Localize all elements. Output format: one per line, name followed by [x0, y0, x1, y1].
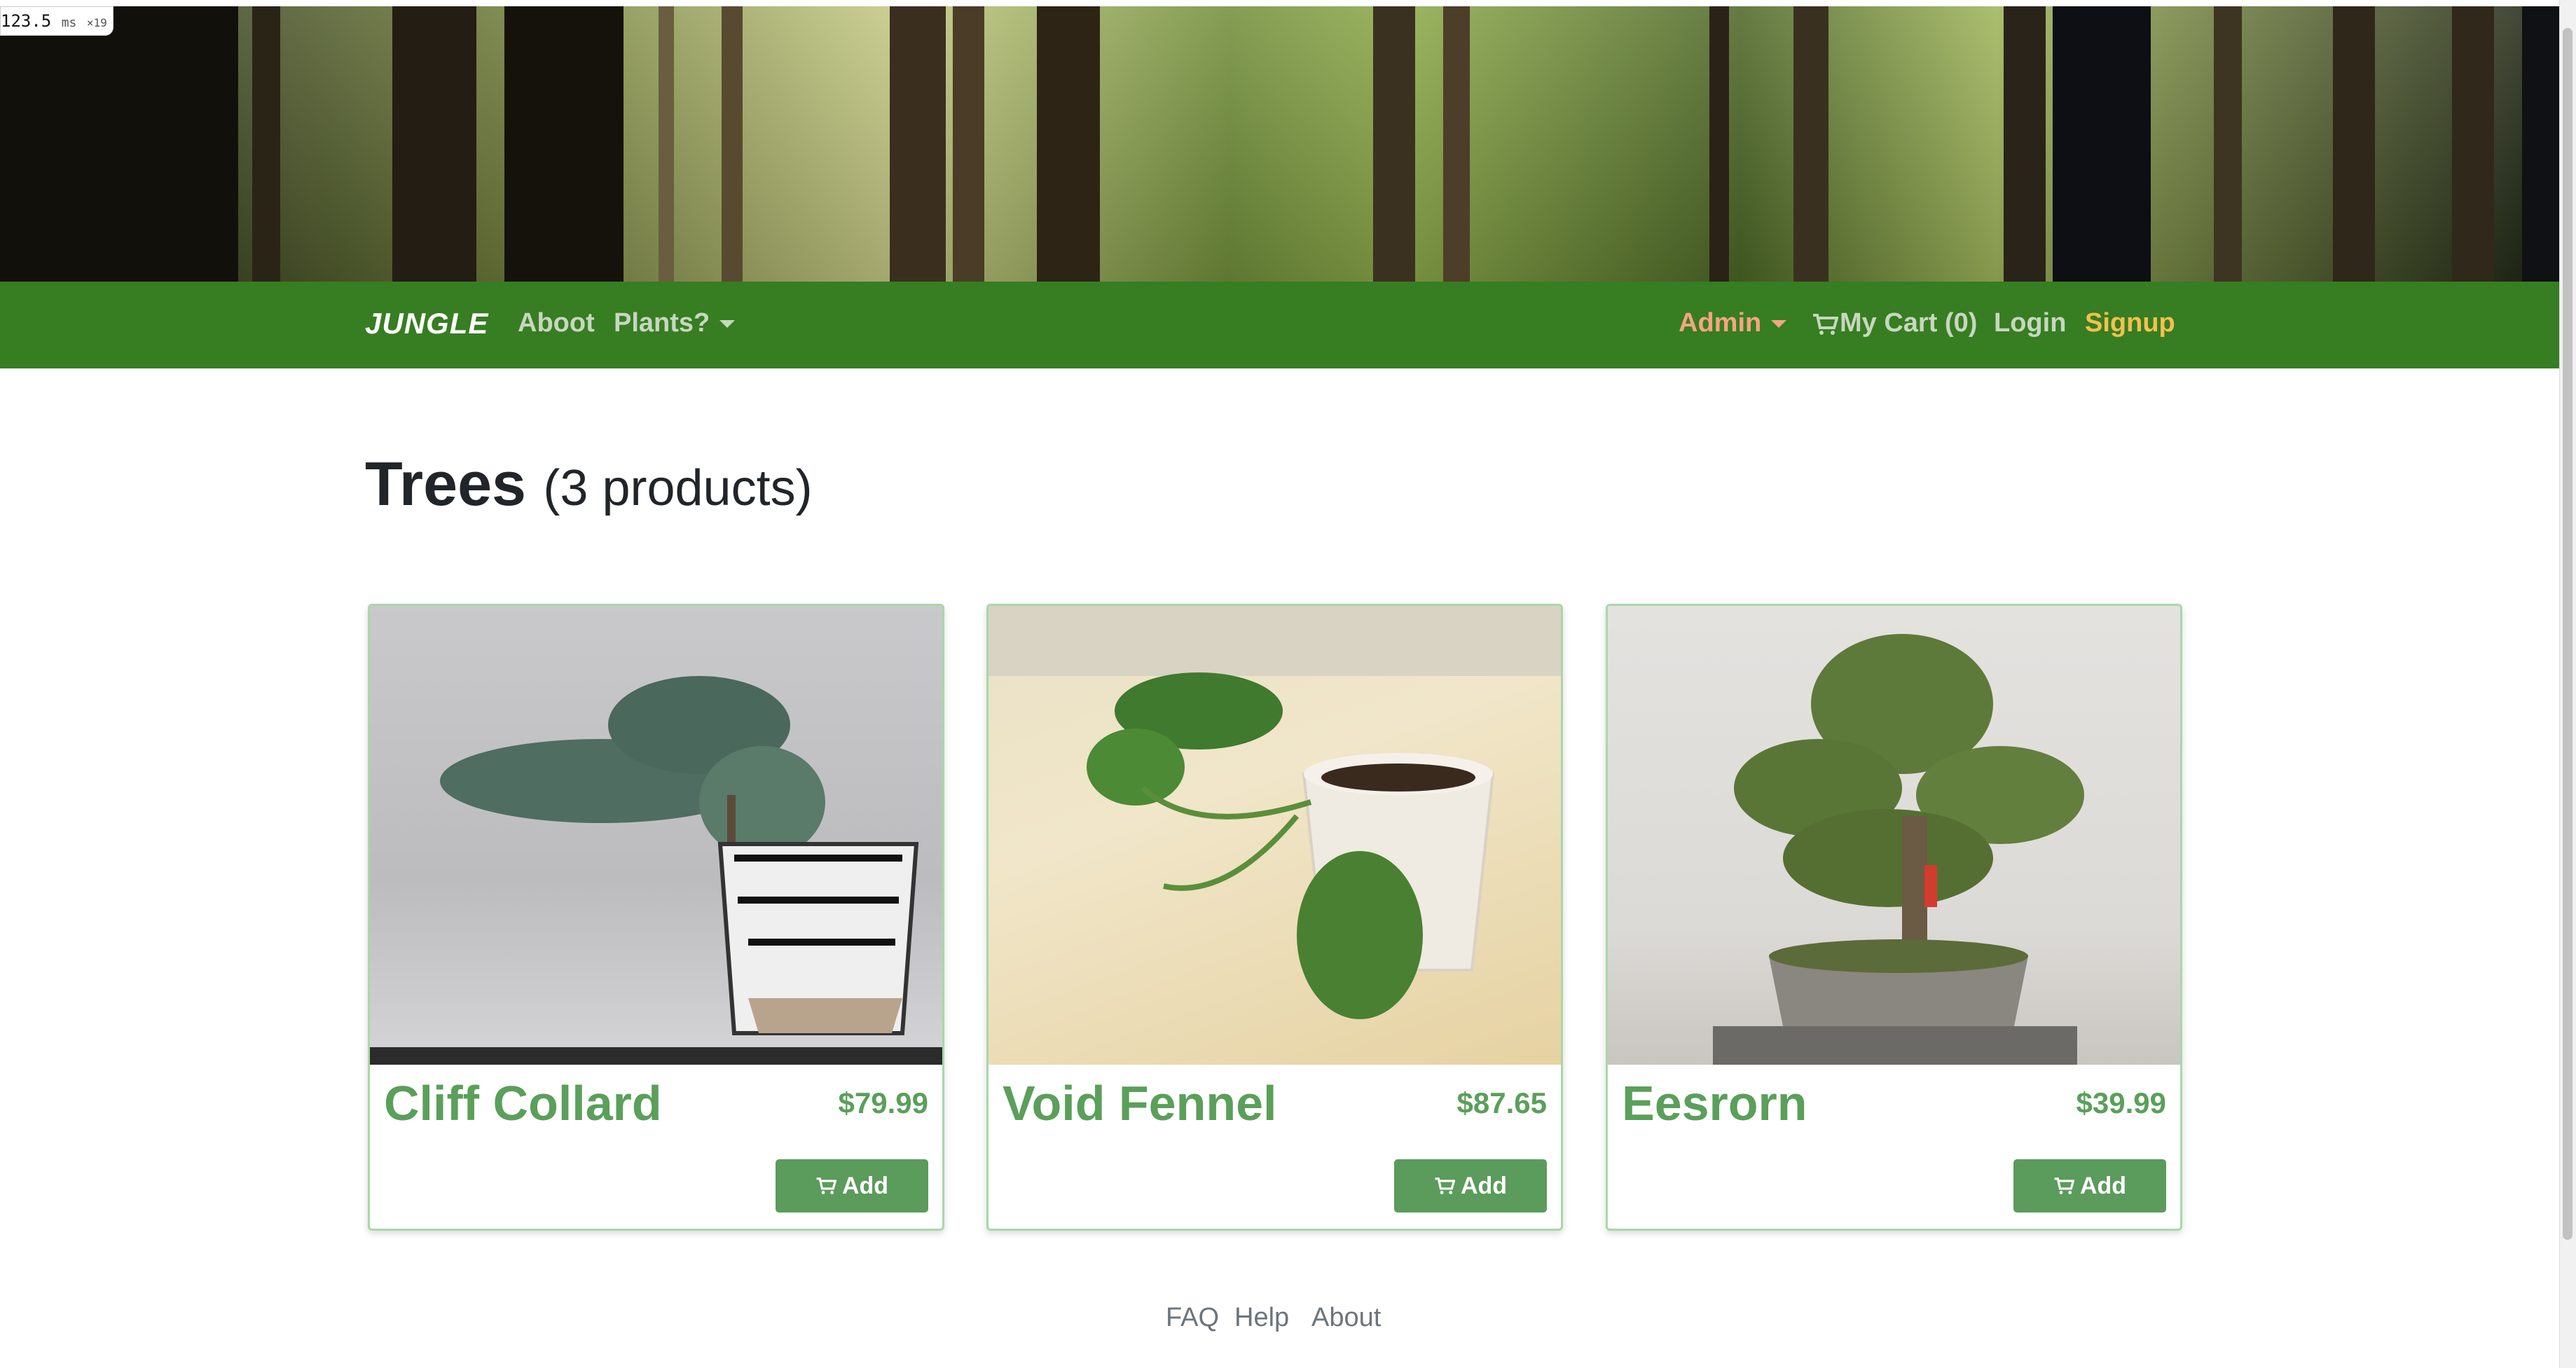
page-title-text: Trees [365, 449, 526, 518]
nav-admin-label: Admin [1679, 308, 1762, 338]
forest-banner [0, 6, 2560, 282]
product-image-juniper-pot[interactable] [370, 606, 942, 1065]
nav-plants-label: Plants? [614, 308, 710, 338]
shopping-cart-icon [2054, 1177, 2074, 1194]
nav-cart-label: My Cart (0) [1840, 308, 1978, 338]
nav-admin-dropdown[interactable]: Admin [1679, 308, 1787, 338]
product-price: $87.65 [1456, 1086, 1547, 1119]
page-title: Trees (3 products) [365, 448, 813, 520]
product-name[interactable]: Void Fennel [1003, 1075, 1277, 1131]
add-button-label: Add [2079, 1172, 2127, 1199]
product-name[interactable]: Cliff Collard [384, 1075, 662, 1131]
perf-unit: ms [61, 15, 77, 30]
add-button-label: Add [841, 1172, 889, 1199]
shopping-cart-icon [816, 1177, 836, 1194]
product-count: (3 products) [543, 460, 813, 516]
add-to-cart-button[interactable]: Add [776, 1159, 928, 1212]
perf-value: 123.5 [1, 11, 52, 31]
nav-signup[interactable]: Signup [2085, 308, 2175, 338]
scrollbar[interactable] [2559, 0, 2576, 1368]
product-price: $79.99 [838, 1086, 928, 1119]
caret-down-icon [719, 320, 736, 329]
nav-cart[interactable]: My Cart (0) [1812, 308, 1977, 338]
perf-overlay: 123.5 ms ×19 [0, 6, 113, 36]
add-button-label: Add [1460, 1172, 1508, 1199]
product-price: $39.99 [2076, 1086, 2166, 1119]
footer-help[interactable]: Help [1234, 1303, 1289, 1333]
add-to-cart-button[interactable]: Add [1394, 1159, 1547, 1212]
caret-down-icon [1771, 320, 1787, 329]
nav-about[interactable]: Aboot [518, 308, 595, 338]
product-card: Cliff Collard $79.99 Add [368, 604, 944, 1231]
product-card: Eesrorn $39.99 Add [1606, 604, 2182, 1231]
product-card: Void Fennel $87.65 Add [986, 604, 1563, 1231]
nav-login[interactable]: Login [1994, 308, 2066, 338]
product-name[interactable]: Eesrorn [1622, 1075, 1807, 1131]
footer-faq[interactable]: FAQ [1166, 1303, 1219, 1333]
footer-about[interactable]: About [1311, 1303, 1381, 1333]
brand-logo[interactable]: JUNGLE [365, 307, 488, 340]
shopping-cart-icon [1813, 313, 1838, 335]
nav-plants-dropdown[interactable]: Plants? [614, 308, 736, 338]
product-image-pothos-pot[interactable] [989, 606, 1561, 1065]
product-image-bonsai[interactable] [1608, 606, 2180, 1065]
scrollbar-thumb[interactable] [2563, 28, 2572, 1240]
perf-multiplier: ×19 [86, 16, 107, 29]
shopping-cart-icon [1435, 1177, 1455, 1194]
add-to-cart-button[interactable]: Add [2013, 1159, 2166, 1212]
